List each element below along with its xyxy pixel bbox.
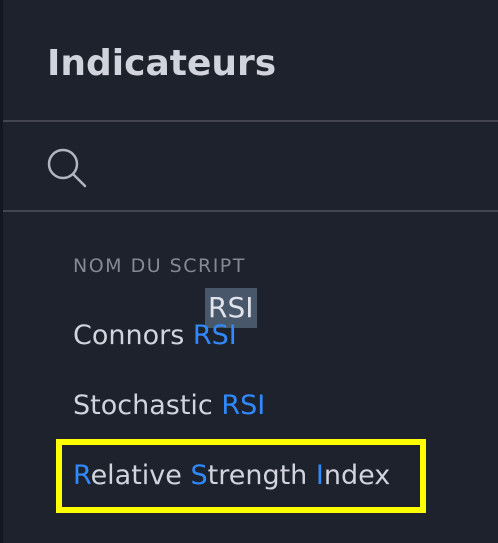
result-item-relative-strength-index[interactable]: Relative Strength Index: [73, 456, 390, 496]
search-divider: [3, 210, 498, 212]
result-item-stochastic-rsi[interactable]: Stochastic RSI: [73, 386, 265, 426]
result-label-match: RSI: [221, 390, 266, 421]
result-label-match: I: [315, 460, 324, 491]
result-label-part: Connors: [73, 320, 193, 351]
result-item-connors-rsi[interactable]: Connors RSI: [73, 316, 237, 356]
result-label-part: trength: [207, 460, 316, 491]
indicators-dialog: Indicateurs RSI NOM DU SCRIPT Connors RS…: [3, 0, 498, 543]
header-divider: [3, 120, 498, 122]
search-icon: [47, 148, 87, 188]
result-label-part: ndex: [323, 460, 391, 491]
result-label-match: R: [73, 460, 91, 491]
search-input[interactable]: RSI: [103, 140, 463, 328]
result-label-match: S: [190, 460, 208, 491]
section-header-script-name: NOM DU SCRIPT: [73, 255, 246, 277]
result-label-match: RSI: [192, 320, 237, 351]
result-label-part: Stochastic: [73, 390, 222, 421]
dialog-title: Indicateurs: [47, 43, 277, 84]
result-label-part: elative: [90, 460, 191, 491]
